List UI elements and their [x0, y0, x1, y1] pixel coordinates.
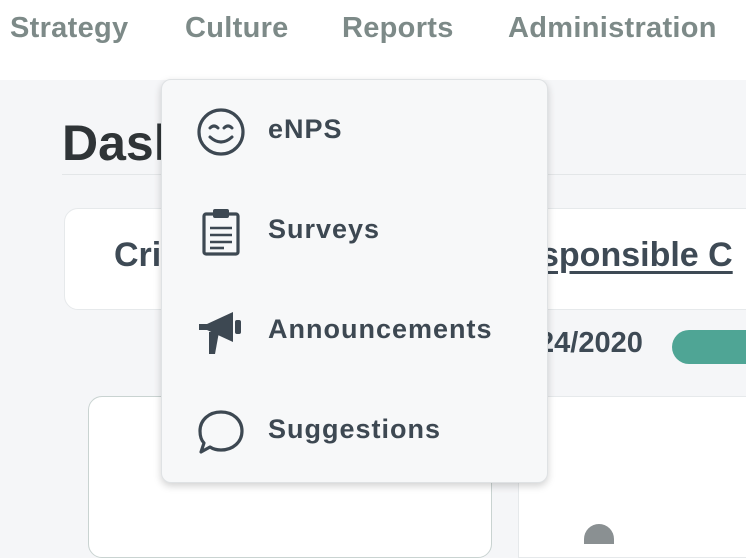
card-left-text: Cri [114, 236, 162, 274]
clipboard-icon [202, 209, 240, 256]
smiley-icon [197, 108, 245, 156]
speech-bubble-icon [198, 410, 244, 454]
menu-item-label: eNPS [268, 114, 343, 144]
nav-item-strategy[interactable]: Strategy [10, 12, 128, 45]
menu-item-announcements[interactable]: Announcements [162, 280, 547, 380]
menu-item-surveys[interactable]: Surveys [162, 180, 547, 280]
card-link[interactable]: sponsible C [540, 236, 733, 275]
nav-item-administration[interactable]: Administration [508, 12, 717, 45]
menu-item-label: Surveys [268, 214, 381, 244]
culture-dropdown-menu: eNPS Surveys Announcements Suggestions [161, 79, 548, 483]
date-text: 24/2020 [538, 327, 643, 359]
menu-item-label: Suggestions [268, 414, 442, 444]
status-pill [672, 330, 746, 364]
megaphone-icon [199, 312, 241, 354]
menu-item-suggestions[interactable]: Suggestions [162, 380, 547, 480]
nav-item-reports[interactable]: Reports [342, 12, 454, 45]
nav-item-culture[interactable]: Culture [185, 12, 289, 45]
top-nav: Strategy Culture Reports Administration [0, 0, 746, 80]
menu-item-label: Announcements [268, 314, 493, 344]
menu-item-enps[interactable]: eNPS [162, 80, 547, 180]
